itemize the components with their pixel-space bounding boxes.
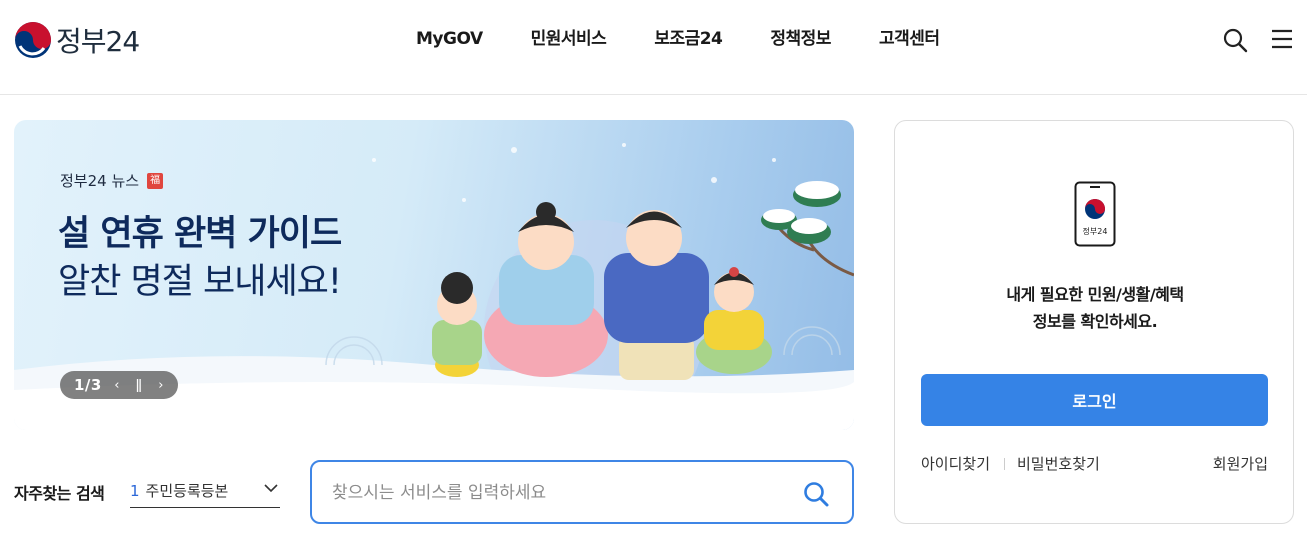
- find-id-link[interactable]: 아이디찾기: [921, 453, 990, 474]
- main-banner[interactable]: 정부24 뉴스 福 설 연휴 완벽 가이드 알찬 명절 보내세요! 1/3 ‹ …: [14, 120, 854, 430]
- find-password-link[interactable]: 비밀번호찾기: [1017, 453, 1100, 474]
- nav-item-subsidy24[interactable]: 보조금24: [630, 26, 746, 52]
- frequent-search-title: 자주찾는 검색: [14, 484, 105, 503]
- hamburger-menu-icon[interactable]: [1270, 28, 1294, 50]
- banner-headline: 설 연휴 완벽 가이드 알찬 명절 보내세요!: [58, 210, 342, 306]
- banner-pager: 1/3 ‹ ǁ ›: [60, 371, 178, 399]
- banner-label-text: 정부24 뉴스: [60, 172, 140, 190]
- main-nav: MyGOV 민원서비스 보조금24 정책정보 고객센터: [392, 26, 964, 52]
- banner-news-label: 정부24 뉴스 福: [60, 170, 164, 191]
- banner-headline-line1: 설 연휴 완벽 가이드: [58, 214, 342, 254]
- fortune-badge-icon: 福: [147, 172, 164, 189]
- phone-label: 정부24: [1083, 226, 1108, 236]
- login-card: 정부24 내게 필요한 민원/생활/혜택 정보를 확인하세요. 로그인 아이디찾…: [894, 120, 1294, 524]
- login-message-line2: 정보를 확인하세요.: [1032, 312, 1158, 331]
- login-message: 내게 필요한 민원/생활/혜택 정보를 확인하세요.: [895, 281, 1295, 335]
- nav-item-civil-services[interactable]: 민원서비스: [507, 26, 631, 52]
- frequent-search-rank: 1: [130, 481, 140, 500]
- nav-item-policy-info[interactable]: 정책정보: [746, 26, 855, 52]
- chevron-left-icon[interactable]: ‹: [110, 378, 124, 393]
- pause-icon[interactable]: ǁ: [132, 378, 146, 393]
- banner-page-count: 1/3: [74, 376, 102, 394]
- phone-id-icon: 정부24: [1074, 181, 1116, 247]
- frequent-search-select[interactable]: 1 주민등록등본: [130, 474, 280, 508]
- service-search-box: [310, 460, 854, 524]
- link-divider: [1004, 458, 1005, 470]
- search-submit-icon[interactable]: [802, 480, 830, 508]
- nav-item-customer-center[interactable]: 고객센터: [855, 26, 964, 52]
- search-icon[interactable]: [1222, 27, 1248, 53]
- site-logo[interactable]: 정부24: [14, 20, 140, 60]
- nav-item-mygov[interactable]: MyGOV: [392, 26, 507, 52]
- signup-link[interactable]: 회원가입: [1213, 453, 1268, 474]
- site-header: 정부24 MyGOV 민원서비스 보조금24 정책정보 고객센터: [0, 0, 1307, 95]
- banner-headline-line2: 알찬 명절 보내세요!: [58, 262, 342, 302]
- service-search-input[interactable]: [332, 480, 772, 506]
- chevron-down-icon: [264, 484, 278, 493]
- login-button[interactable]: 로그인: [921, 374, 1268, 426]
- login-links: 아이디찾기 비밀번호찾기 회원가입: [921, 453, 1268, 475]
- login-message-line1: 내게 필요한 민원/생활/혜택: [1006, 285, 1184, 304]
- frequent-search-value: 주민등록등본: [145, 482, 229, 500]
- frequent-search: 자주찾는 검색 1 주민등록등본: [14, 480, 280, 508]
- logo-text: 정부24: [56, 25, 140, 58]
- taegeuk-logo-icon: [15, 22, 51, 58]
- chevron-right-icon[interactable]: ›: [154, 378, 168, 393]
